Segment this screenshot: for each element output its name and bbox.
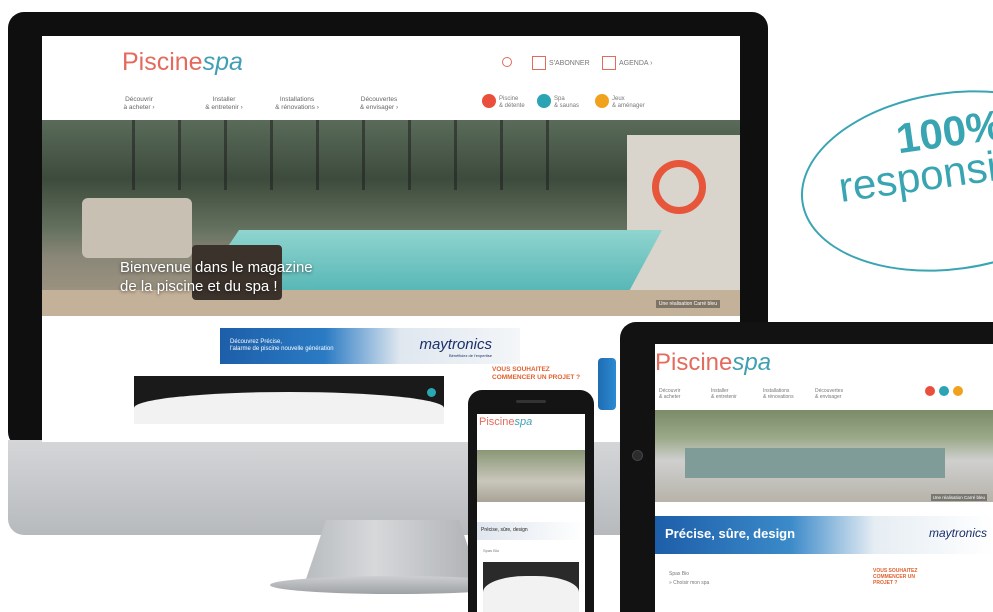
ad-banner[interactable]: Découvrez Précise, l'alarme de piscine n… [220, 328, 520, 364]
search-icon[interactable] [502, 57, 512, 67]
tablet-screen: Piscinespa Découvrir & acheter Installer… [655, 344, 993, 612]
phone-tabs[interactable]: Spas Bio [483, 548, 499, 553]
category-pool-label[interactable]: Piscine & détente [499, 96, 525, 110]
pool-category-icon[interactable] [925, 386, 935, 396]
tablet-nav-item[interactable]: Découvertes & envisager [815, 388, 843, 400]
category-garden-label[interactable]: Jeux & aménager [612, 96, 645, 110]
phone-device: Piscinespa Précise, sûre, design Spas Bi… [468, 390, 594, 612]
magazine-icon [532, 56, 546, 70]
tablet-nav-item[interactable]: Installer & entretenir [711, 388, 737, 400]
brand-logo: maytronics [419, 336, 492, 353]
garden-category-icon[interactable] [595, 94, 609, 108]
tablet-ad-banner[interactable]: Précise, sûre, design maytronics [655, 516, 993, 554]
tablet-nav-item[interactable]: Installations & rénovations [763, 388, 794, 400]
spa-category-icon[interactable] [537, 94, 551, 108]
hero-credit: Une réalisation Carré bleu [655, 300, 720, 308]
phone-screen: Piscinespa Précise, sûre, design Spas Bi… [477, 414, 585, 612]
product-bottle [598, 358, 616, 410]
tablet-project-promo[interactable]: VOUS SOUHAITEZ COMMENCER UN PROJET ? [873, 568, 983, 586]
agenda-button[interactable]: AGENDA › [602, 56, 652, 70]
next-arrow-icon[interactable] [427, 388, 436, 397]
tablet-hero-image [655, 410, 993, 502]
nav-item-explore[interactable]: Découvertes & envisager › [342, 96, 416, 112]
lifebuoy-icon [652, 160, 706, 214]
tablet-device: Piscinespa Découvrir & acheter Installer… [620, 322, 993, 612]
spa-category-icon[interactable] [939, 386, 949, 396]
camera-icon [632, 450, 643, 461]
phone-logo[interactable]: Piscinespa [479, 416, 532, 428]
monitor-stand [305, 520, 480, 582]
pool-category-icon[interactable] [482, 94, 496, 108]
tablet-nav-item[interactable]: Découvrir & acheter [659, 388, 680, 400]
tablet-logo[interactable]: Piscinespa [655, 349, 771, 377]
brand-logo: maytronics [928, 526, 987, 540]
tablet-hero-credit: Une réalisation Carré bleu [930, 494, 987, 501]
hero-headline: Bienvenue dans le magazine de la piscine… [120, 259, 313, 295]
speaker-icon [516, 400, 546, 403]
phone-spa-image [483, 562, 579, 612]
phone-ad-banner[interactable]: Précise, sûre, design [477, 522, 585, 540]
tablet-spa-links[interactable]: Spas Bio » Choisir mon spa [669, 570, 709, 588]
nav-item-renovation[interactable]: Installations & rénovations › [260, 96, 334, 112]
spa-image [134, 376, 444, 424]
calendar-icon [602, 56, 616, 70]
garden-category-icon[interactable] [953, 386, 963, 396]
phone-hero-image [477, 450, 585, 502]
hero-image: Bienvenue dans le magazine de la piscine… [42, 120, 740, 316]
nav-item-discover[interactable]: Découvrir à acheter › [102, 96, 176, 112]
nav-item-install[interactable]: Installer & entretenir › [187, 96, 261, 112]
subscribe-button[interactable]: S'ABONNER [532, 56, 590, 70]
project-promo[interactable]: VOUS SOUHAITEZ COMMENCER UN PROJET ? [492, 366, 602, 382]
category-spa-label[interactable]: Spa & saunas [554, 96, 579, 110]
site-logo[interactable]: Piscinespa [122, 48, 243, 77]
